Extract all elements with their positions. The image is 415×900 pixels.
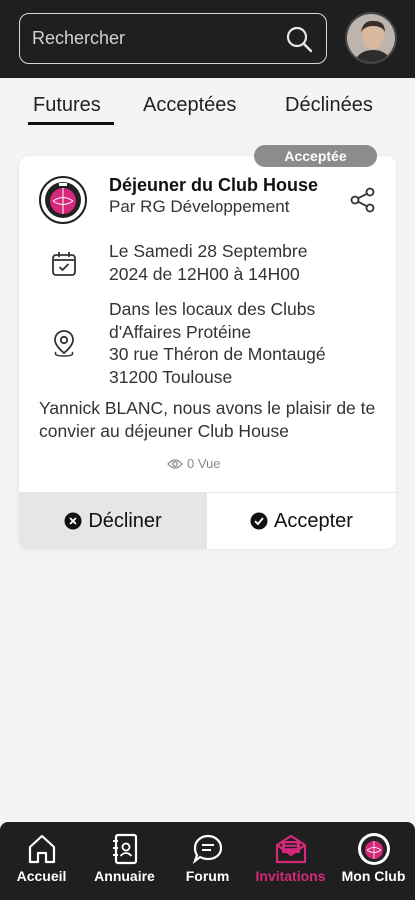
invitation-icon <box>275 834 306 864</box>
invitation-tabs: Futures Acceptées Déclinées <box>0 94 415 130</box>
bottom-nav: Accueil Annuaire Forum Invitations Mon C… <box>0 822 415 900</box>
search-box[interactable] <box>19 13 327 64</box>
active-tab-indicator <box>28 122 114 125</box>
accept-check-icon <box>250 512 268 530</box>
accept-button[interactable]: Accepter <box>207 493 396 549</box>
search-input[interactable] <box>32 14 272 62</box>
forum-icon <box>192 834 222 865</box>
nav-annuaire[interactable]: Annuaire <box>83 832 166 894</box>
top-bar <box>0 0 415 78</box>
tab-futures[interactable]: Futures <box>33 94 101 117</box>
share-icon[interactable] <box>349 186 377 214</box>
action-buttons: Décliner Accepter <box>19 492 396 549</box>
event-date: Le Samedi 28 Septembre 2024 de 12H00 à 1… <box>109 241 308 284</box>
event-organizer: Par RG Développement <box>109 197 290 216</box>
nav-mon-club[interactable]: Mon Club <box>332 832 415 894</box>
status-badge: Acceptée <box>254 145 377 167</box>
nav-accueil[interactable]: Accueil <box>0 832 83 894</box>
invitation-message: Yannick BLANC, nous avons le plaisir de … <box>39 398 376 441</box>
event-location: Dans les locaux des Clubs d'Affaires Pro… <box>109 299 326 387</box>
accept-label: Accepter <box>274 509 353 532</box>
search-icon[interactable] <box>284 24 314 54</box>
club-logo-icon <box>357 833 390 865</box>
eye-icon <box>167 458 183 469</box>
decline-button[interactable]: Décliner <box>19 493 207 549</box>
tab-declinees[interactable]: Déclinées <box>285 94 373 117</box>
tab-acceptees[interactable]: Acceptées <box>143 94 236 117</box>
club-logo-icon <box>39 176 87 224</box>
view-count-label: 0 Vue <box>187 456 221 471</box>
event-title: Déjeuner du Club House <box>109 175 319 195</box>
user-avatar[interactable] <box>345 12 397 64</box>
invitation-card[interactable]: Déjeuner du Club House Par RG Développem… <box>19 156 396 549</box>
directory-icon <box>112 833 137 865</box>
home-icon <box>28 834 55 864</box>
nav-forum[interactable]: Forum <box>166 832 249 894</box>
nav-invitations[interactable]: Invitations <box>249 832 332 894</box>
view-count: 0 Vue <box>167 456 221 471</box>
calendar-icon <box>52 252 76 276</box>
decline-x-icon <box>64 512 82 530</box>
location-pin-icon <box>54 330 74 357</box>
decline-label: Décliner <box>88 509 162 532</box>
